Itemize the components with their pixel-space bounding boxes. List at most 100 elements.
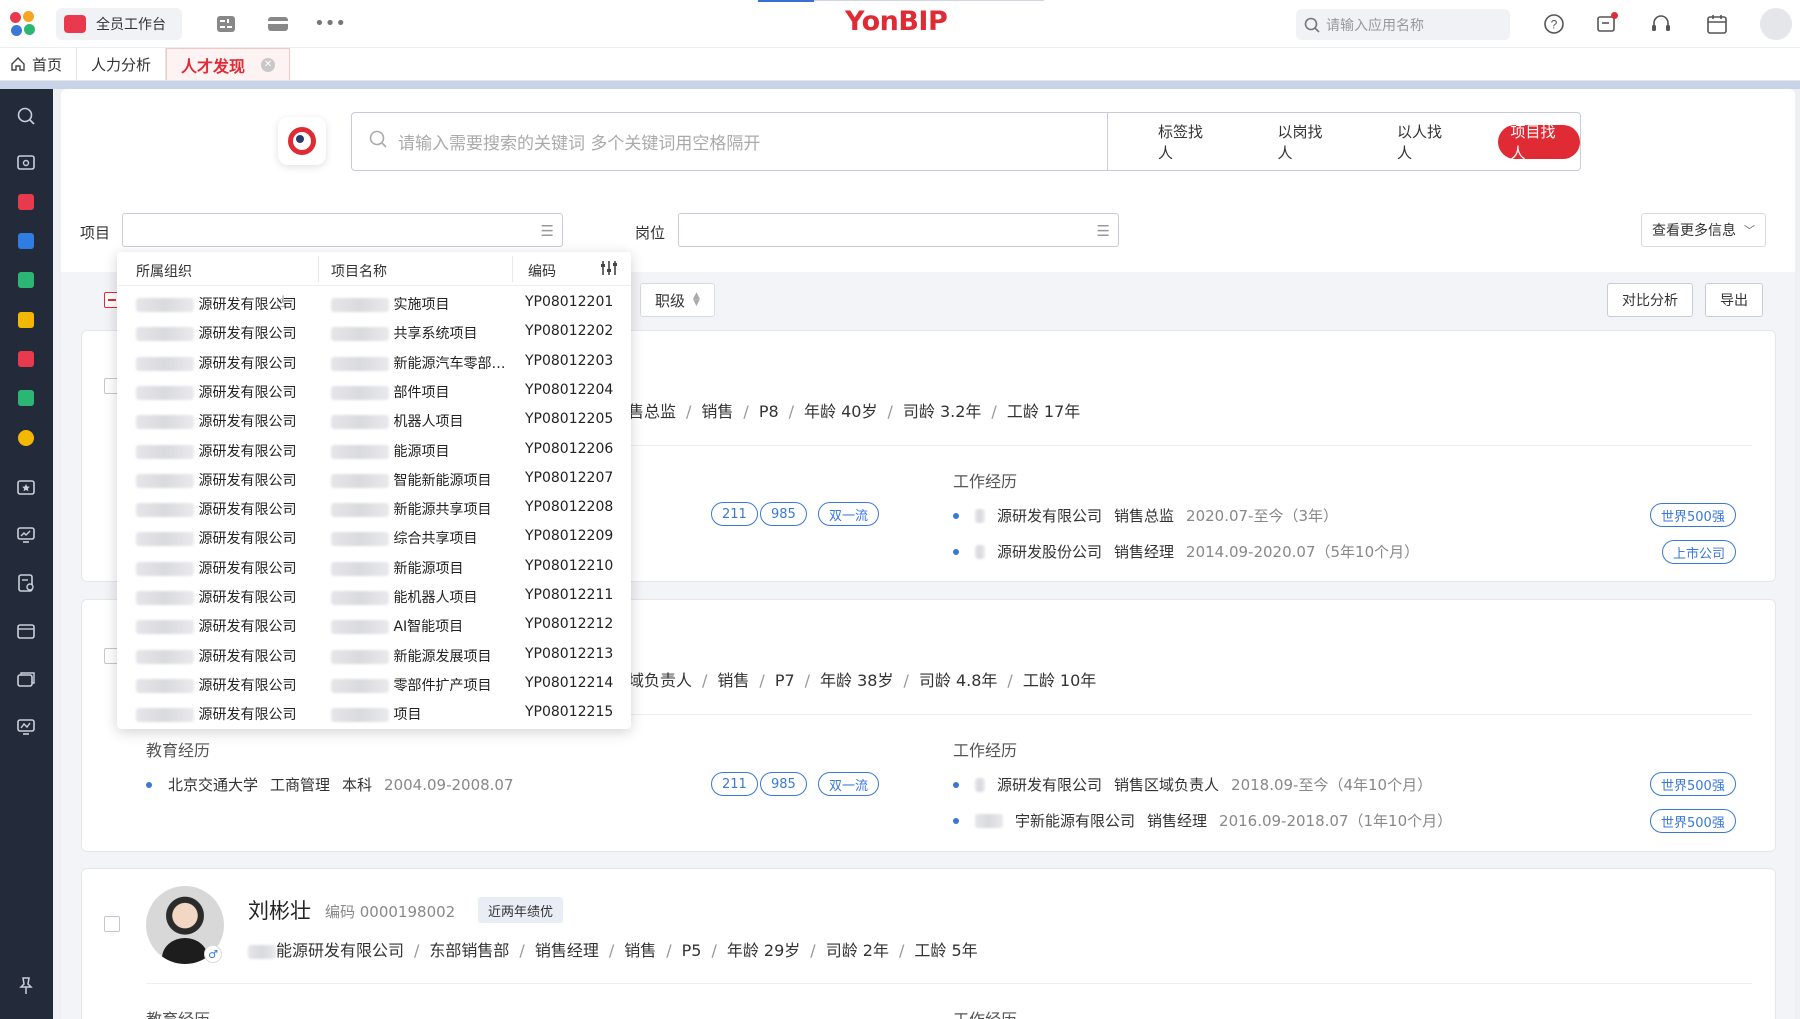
row-org: 源研发有限公司: [136, 294, 296, 314]
sidebar-favorites-icon[interactable]: [13, 474, 39, 500]
column-code: 编码: [528, 264, 556, 280]
column-project: 项目名称: [331, 264, 387, 280]
svg-text:?: ?: [1551, 18, 1558, 32]
row-code: YP08012212: [525, 616, 614, 633]
export-button[interactable]: 导出: [1705, 283, 1763, 317]
mode-person-search-button[interactable]: 以人找人: [1385, 123, 1467, 162]
sidebar-pin-icon[interactable]: [13, 973, 39, 999]
home-icon: [11, 57, 25, 71]
dropdown-row[interactable]: 源研发有限公司 新能源发展项目 YP08012213: [117, 640, 631, 669]
dropdown-row[interactable]: 源研发有限公司 实施项目 YP08012201: [117, 288, 631, 317]
help-icon[interactable]: ?: [1542, 12, 1566, 36]
sidebar-monitor-icon[interactable]: [13, 522, 39, 548]
more-info-dropdown[interactable]: 查看更多信息 ﹀: [1641, 213, 1766, 247]
dropdown-row[interactable]: 源研发有限公司 能机器人项目 YP08012211: [117, 581, 631, 610]
dropdown-row[interactable]: 源研发有限公司 新能源汽车零部… YP08012203: [117, 347, 631, 376]
dropdown-row[interactable]: 源研发有限公司 共享系统项目 YP08012202: [117, 317, 631, 346]
more-icon[interactable]: •••: [314, 12, 346, 36]
tab-hr-analysis-label: 人力分析: [91, 55, 152, 74]
candidate-name[interactable]: 刘彬壮: [248, 895, 311, 925]
close-tab-icon[interactable]: ✕: [261, 57, 276, 72]
sidebar-star-icon[interactable]: [13, 425, 39, 451]
sidebar-report-icon[interactable]: [13, 570, 39, 596]
tab-hr-analysis[interactable]: 人力分析: [77, 48, 167, 80]
sidebar-bag-icon[interactable]: [13, 307, 39, 333]
tab-talent-discovery[interactable]: 人才发现 ✕: [166, 48, 291, 80]
row-code: YP08012210: [525, 557, 614, 574]
position-filter-input[interactable]: ☰: [678, 213, 1119, 247]
compare-button[interactable]: 对比分析: [1607, 283, 1693, 317]
grade-sort-button[interactable]: 职级 ▲ ▼: [640, 283, 715, 317]
sidebar-wallet-icon[interactable]: [13, 618, 39, 644]
row-code: YP08012215: [525, 704, 614, 721]
edu-tag: 双一流: [818, 772, 880, 796]
dropdown-row[interactable]: 源研发有限公司 机器人项目 YP08012205: [117, 405, 631, 434]
app-grid-logo-icon[interactable]: [10, 10, 36, 37]
sidebar-dashboard-icon[interactable]: [13, 714, 39, 740]
more-info-label: 查看更多信息: [1652, 223, 1736, 239]
row-org: 源研发有限公司: [136, 528, 296, 548]
dropdown-row[interactable]: 源研发有限公司 新能源项目 YP08012210: [117, 552, 631, 581]
sort-arrows-icon: ▲ ▼: [693, 291, 700, 308]
column-settings-icon[interactable]: [599, 259, 619, 281]
candidate-checkbox[interactable]: [104, 916, 120, 932]
dropdown-row[interactable]: 源研发有限公司 项目 YP08012215: [117, 698, 631, 727]
edu-tag: 985: [760, 502, 807, 526]
mode-tag-search-button[interactable]: 标签找人: [1146, 123, 1228, 162]
row-code: YP08012204: [525, 381, 614, 398]
sidebar-folder-icon[interactable]: [13, 149, 39, 175]
project-dropdown: 所属组织 项目名称 编码 源研发有限公司 实施项目 YP08012201 源研发有…: [117, 252, 631, 729]
dropdown-row[interactable]: 源研发有限公司 新能源共享项目 YP08012208: [117, 493, 631, 522]
sidebar-edit-icon[interactable]: [13, 228, 39, 254]
row-code: YP08012213: [525, 645, 614, 662]
sidebar-document-icon[interactable]: [13, 267, 39, 293]
dropdown-row[interactable]: 源研发有限公司 智能新能源项目 YP08012207: [117, 464, 631, 493]
work-entry: 源研发股份公司 销售经理 2014.09-2020.07（5年10个月）: [953, 541, 1419, 562]
search-icon: [1304, 17, 1320, 33]
message-icon[interactable]: [1595, 12, 1619, 36]
mode-position-search-button[interactable]: 以岗找人: [1265, 123, 1347, 162]
dropdown-row[interactable]: 源研发有限公司 零部件扩产项目 YP08012214: [117, 669, 631, 698]
row-project: 项目: [331, 704, 421, 724]
sidebar-bar-chart-icon[interactable]: [13, 189, 39, 215]
sidebar-stamp-icon[interactable]: [13, 346, 39, 372]
calendar-icon[interactable]: [1705, 12, 1729, 36]
dropdown-header: 所属组织 项目名称 编码: [117, 252, 631, 286]
project-filter-input[interactable]: ☰: [122, 213, 563, 247]
row-code: YP08012206: [525, 440, 614, 457]
dropdown-row[interactable]: 源研发有限公司 综合共享项目 YP08012209: [117, 522, 631, 551]
candidate-meta: 能源研发有限公司 / 东部销售部 / 销售经理 / 销售 / P5/年龄 29岁 / 司龄 2年 / 工…: [248, 937, 978, 961]
candidate-meta: 域负责人 / 销售 / P7/年龄 38岁 / 司龄 4.8年 / 工龄 10年: [628, 671, 1097, 690]
list-icon[interactable]: ☰: [541, 222, 554, 240]
row-project: 机器人项目: [331, 411, 463, 431]
row-code: YP08012203: [525, 352, 614, 369]
dropdown-row[interactable]: 源研发有限公司 部件项目 YP08012204: [117, 376, 631, 405]
divider: [146, 983, 1752, 984]
column-separator: [512, 256, 513, 282]
performance-badge: 近两年绩优: [478, 897, 564, 923]
list-icon[interactable]: ☰: [1097, 222, 1110, 240]
row-org: 源研发有限公司: [136, 353, 296, 373]
keyword-search-box[interactable]: 请输入需要搜索的关键词 多个关键词用空格隔开 标签找人 以岗找人 以人找人 项目…: [351, 112, 1581, 171]
dropdown-row[interactable]: 源研发有限公司 能源项目 YP08012206: [117, 435, 631, 464]
user-avatar[interactable]: [1760, 8, 1792, 40]
sidebar-search-icon[interactable]: [13, 103, 39, 129]
headset-icon[interactable]: [1649, 12, 1673, 36]
work-entry: 源研发有限公司 销售总监 2020.07-至今（3年）: [953, 505, 1338, 526]
mode-project-search-button[interactable]: 项目找人: [1498, 123, 1580, 162]
tab-home[interactable]: 首页: [0, 48, 78, 80]
sidebar-money-icon[interactable]: [13, 385, 39, 411]
tab-home-label: 首页: [32, 55, 63, 74]
row-project: 共享系统项目: [331, 323, 477, 343]
row-code: YP08012201: [525, 294, 614, 310]
row-code: YP08012211: [525, 587, 614, 603]
row-code: YP08012202: [525, 323, 614, 340]
dropdown-row[interactable]: 源研发有限公司 AI智能项目 YP08012212: [117, 610, 631, 639]
app-search-input[interactable]: 请输入应用名称: [1296, 9, 1510, 40]
row-project: 智能新能源项目: [331, 470, 491, 490]
workbench-switcher[interactable]: 全员工作台: [56, 7, 182, 40]
sidebar-cards-icon[interactable]: [13, 666, 39, 692]
search-icon: [368, 129, 388, 154]
calculator-icon[interactable]: [214, 12, 238, 36]
card-icon[interactable]: [266, 12, 290, 36]
